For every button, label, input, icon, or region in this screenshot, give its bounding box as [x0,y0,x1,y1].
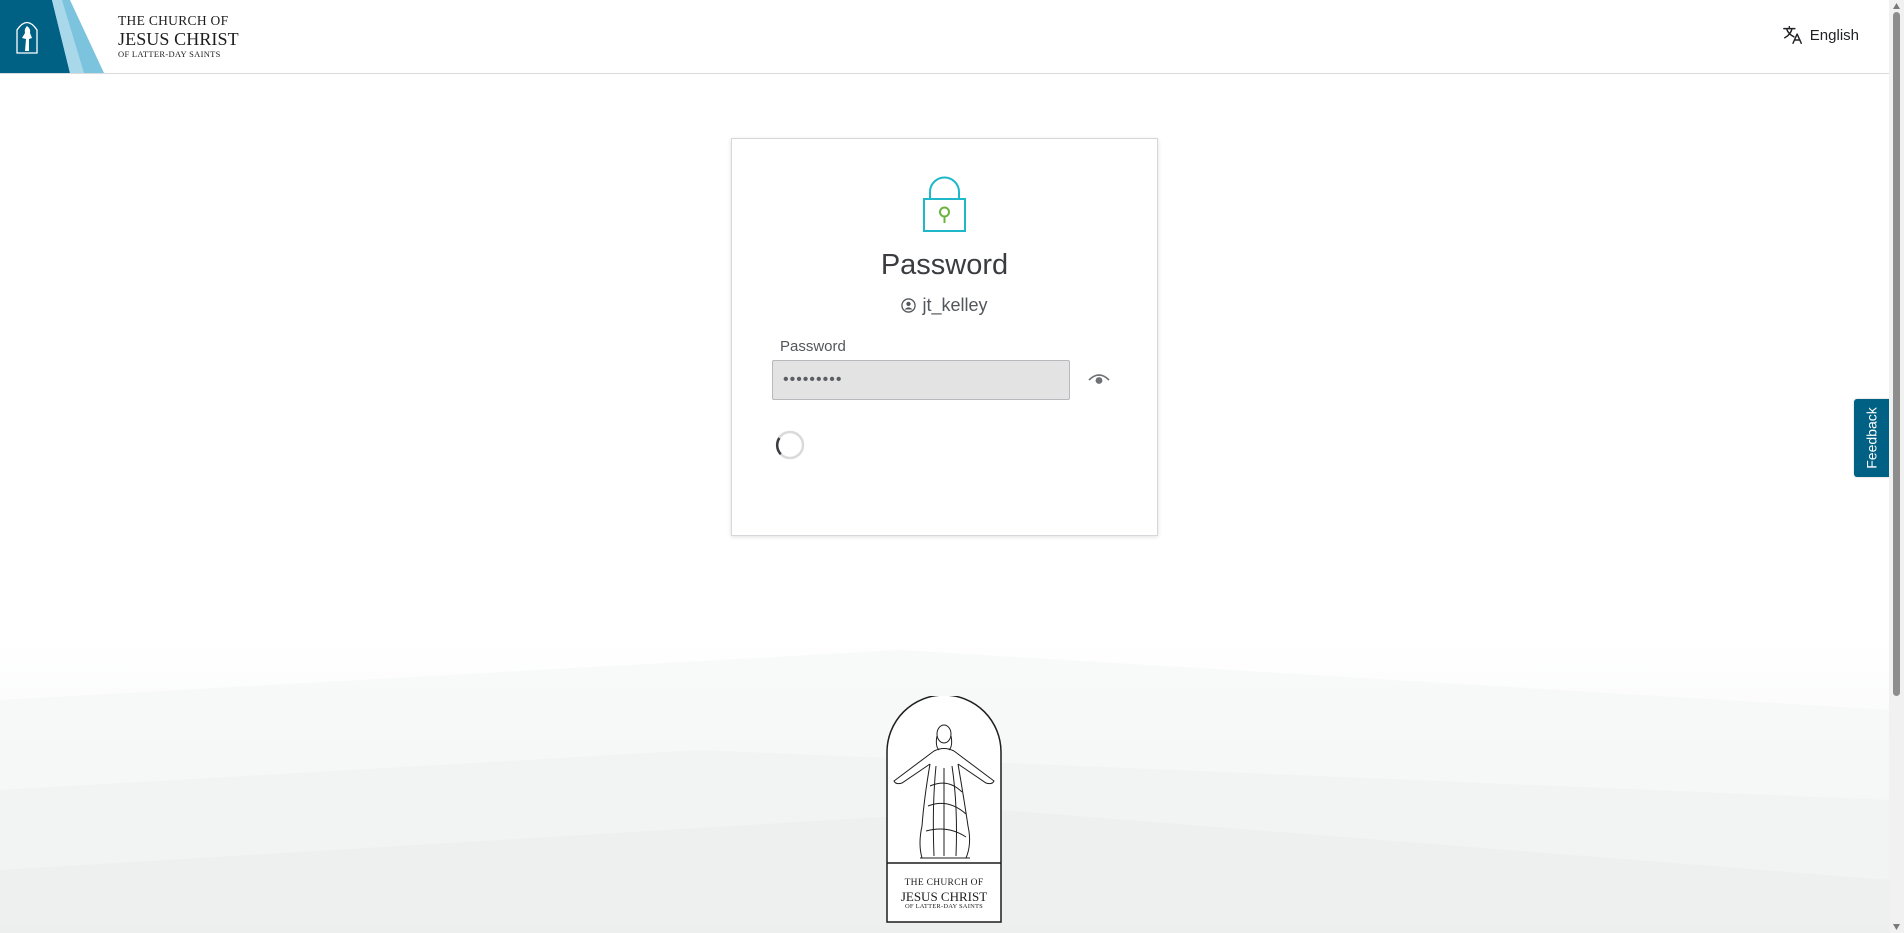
church-wordmark[interactable]: THE CHURCH OF JESUS CHRIST OF LATTER-DAY… [118,14,258,58]
lock-icon [923,176,966,232]
loading-spinner-icon [775,430,805,460]
scroll-down-arrow-icon[interactable] [1892,923,1901,931]
user-circle-icon [901,298,917,313]
page-title: Password [880,249,1009,281]
feedback-label: Feedback [1864,407,1881,469]
language-label: English [1809,26,1859,44]
footer-wordmark: THE CHURCH OF JESUS CHRIST OF LATTER-DAY… [900,878,988,910]
show-password-eye-icon[interactable] [1087,368,1111,392]
church-logo-icon[interactable] [0,0,104,73]
password-label: Password [780,338,846,355]
page-scrollbar[interactable] [1889,0,1904,933]
username-display: jt_kelley [732,295,1157,316]
site-header: THE CHURCH OF JESUS CHRIST OF LATTER-DAY… [0,0,1889,74]
username-text: jt_kelley [922,295,988,315]
language-selector[interactable]: English [1782,24,1859,46]
scroll-up-arrow-icon[interactable] [1892,2,1901,10]
feedback-button[interactable]: Feedback [1854,399,1890,477]
password-input[interactable]: ••••••••• [772,360,1070,400]
password-card: Password jt_kelley Password ••••••••• [731,138,1158,536]
translate-icon [1782,26,1802,44]
scrollbar-thumb[interactable] [1893,12,1900,696]
